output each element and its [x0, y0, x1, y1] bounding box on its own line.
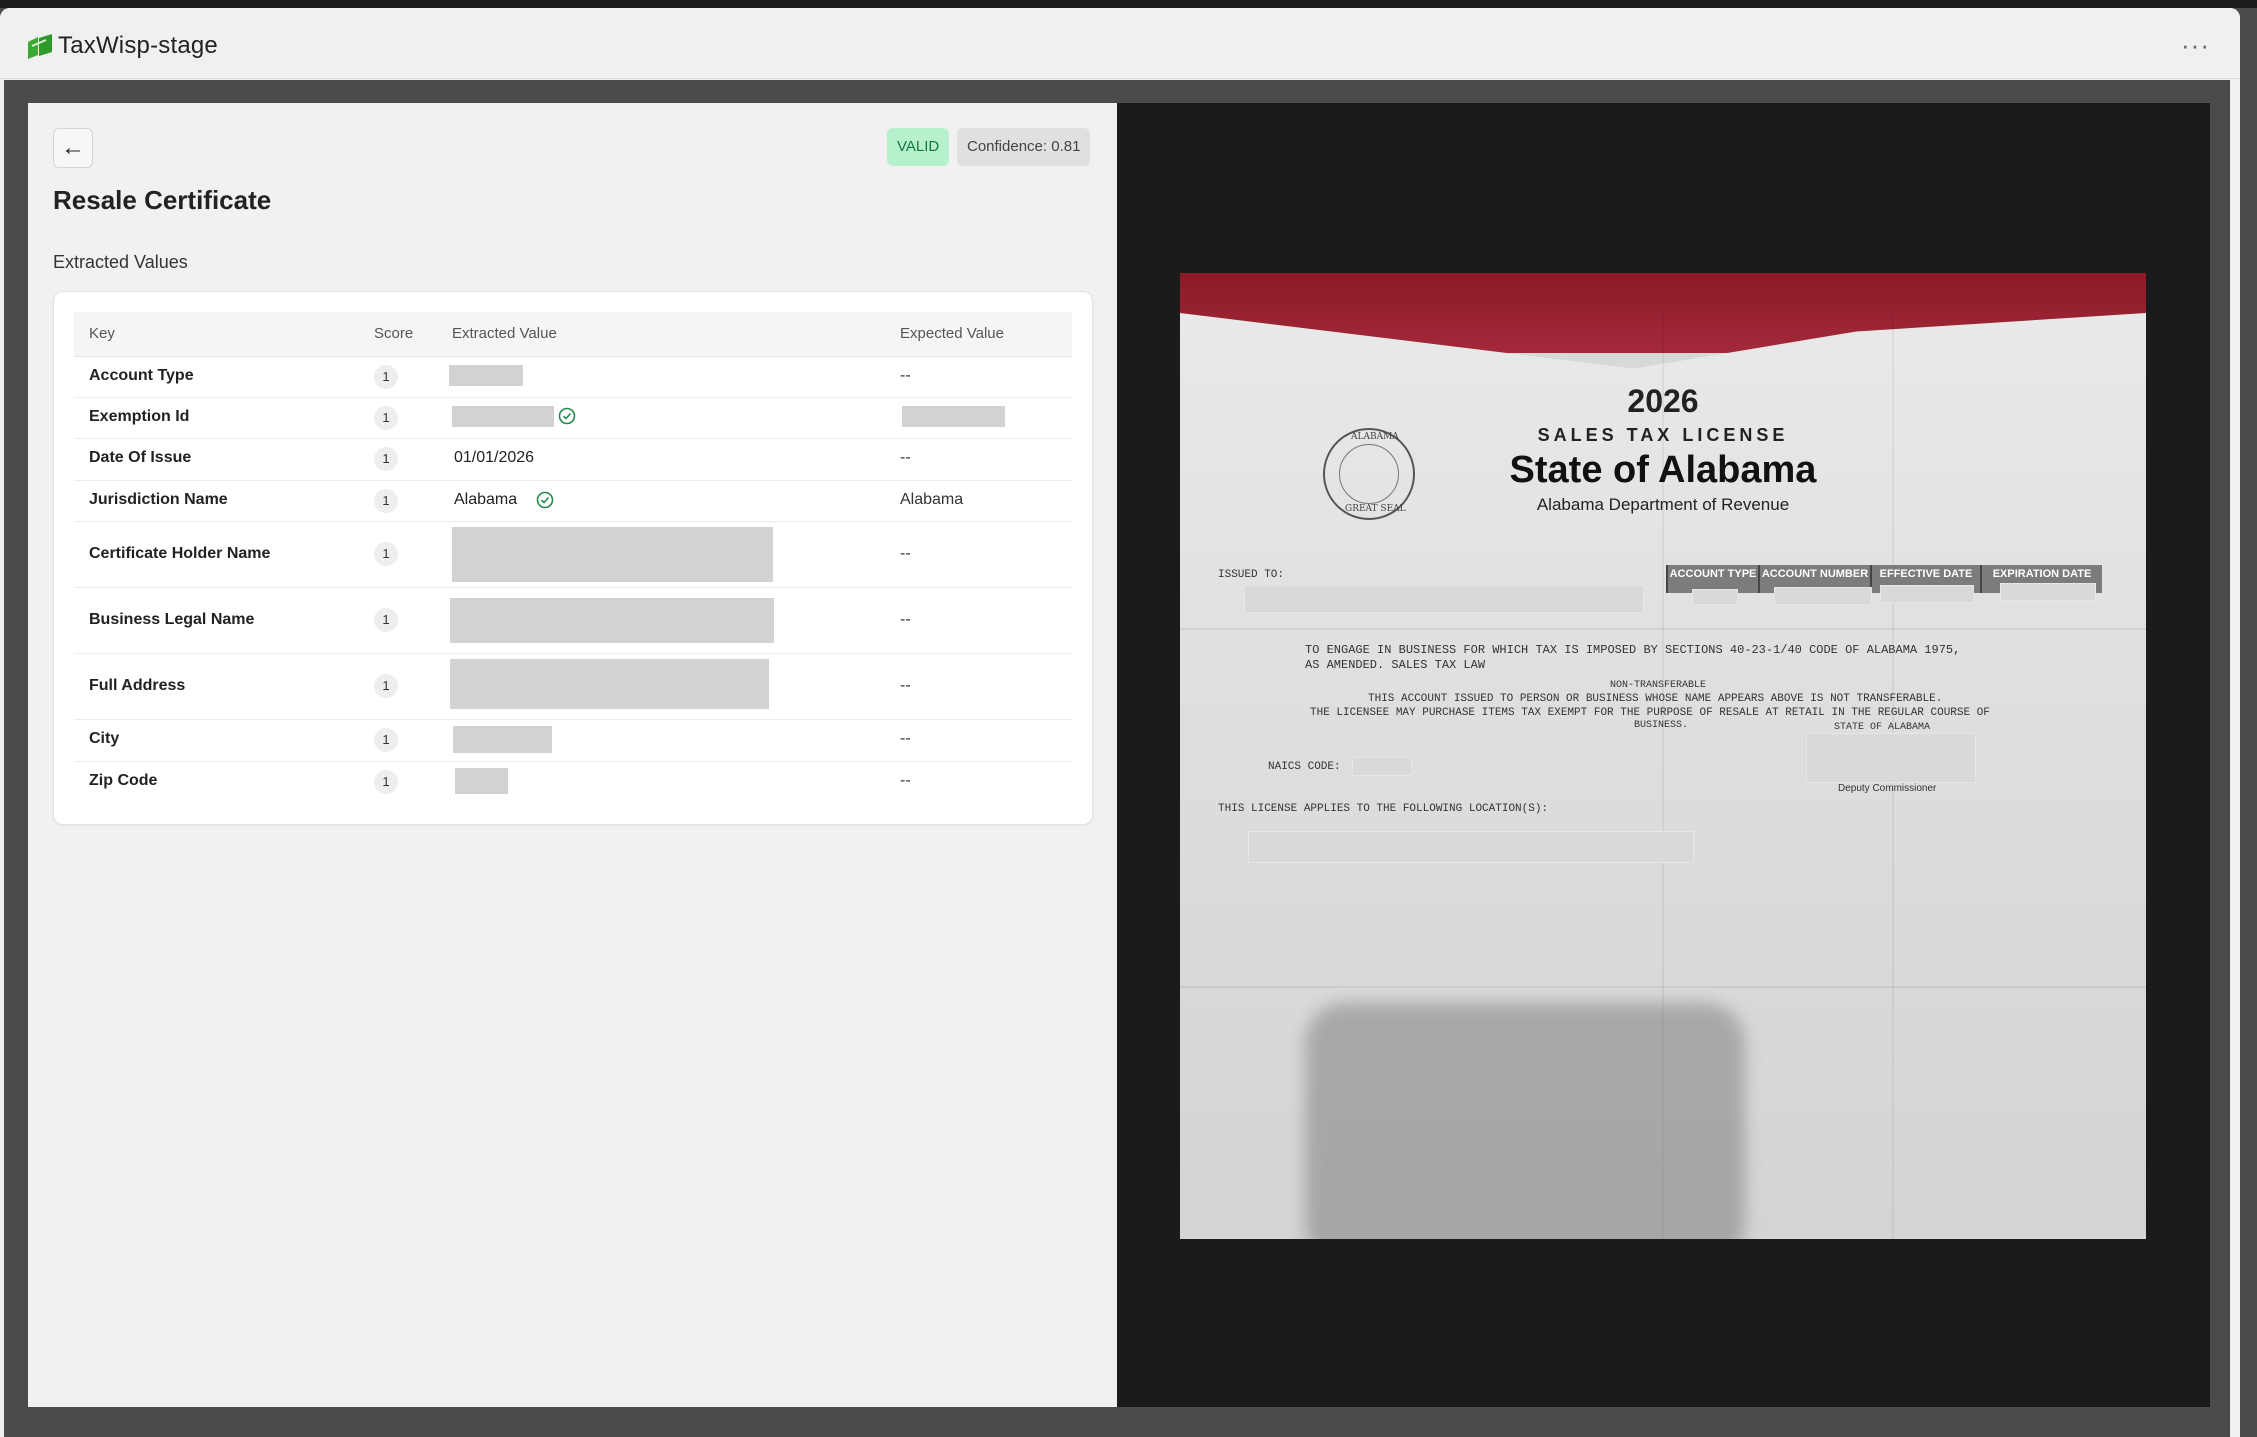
row-key: Zip Code [89, 772, 158, 789]
table-row[interactable]: Certificate Holder Name 1 -- [74, 521, 1072, 588]
score-badge: 1 [374, 406, 398, 430]
app-logo-icon [28, 34, 52, 59]
redacted-account-type [1692, 589, 1738, 605]
back-button[interactable]: ← [53, 128, 93, 168]
row-key: Certificate Holder Name [89, 545, 271, 562]
redacted-signature [1806, 733, 1976, 783]
row-key: Exemption Id [89, 408, 190, 425]
redacted-value [453, 726, 552, 753]
app-window: TaxWisp-stage ··· ← VALID Confidence: 0.… [0, 8, 2240, 1437]
table-row[interactable]: Date Of Issue 1 01/01/2026 -- [74, 438, 1072, 481]
table-row[interactable]: Jurisdiction Name 1 Alabama Alabama [74, 480, 1072, 522]
column-header-expected: Expected Value [900, 325, 1004, 342]
column-header-extracted: Extracted Value [452, 325, 557, 342]
extracted-value: 01/01/2026 [454, 449, 535, 466]
row-key: Account Type [89, 367, 194, 384]
redacted-account-number [1774, 587, 1872, 605]
expected-value: -- [900, 545, 911, 562]
score-badge: 1 [374, 489, 398, 513]
expected-value: Alabama [900, 491, 964, 508]
table-row[interactable]: Account Type 1 -- [74, 356, 1072, 398]
screen-top-edge [0, 0, 2257, 8]
redacted-expected-value [902, 406, 1005, 427]
non-transferable-label: NON-TRANSFERABLE [1610, 680, 1707, 691]
extracted-values-card: Key Score Extracted Value Expected Value… [53, 291, 1093, 825]
redacted-value [455, 768, 508, 794]
page-title: Resale Certificate [53, 185, 272, 215]
arrow-left-icon: ← [61, 134, 85, 161]
score-badge: 1 [374, 542, 398, 566]
redacted-expiration-date [2000, 583, 2096, 601]
redacted-effective-date [1880, 585, 1974, 603]
redacted-value [449, 365, 523, 386]
photo-shadow [1305, 1003, 1745, 1239]
app-title: TaxWisp-stage [58, 32, 218, 59]
row-key: City [89, 730, 120, 747]
expected-value: -- [900, 772, 911, 789]
score-badge: 1 [374, 447, 398, 471]
table-row[interactable]: Full Address 1 -- [74, 653, 1072, 720]
score-badge: 1 [374, 728, 398, 752]
check-circle-icon [536, 491, 554, 509]
title-bar: TaxWisp-stage ··· [0, 8, 2240, 79]
expected-value: -- [900, 367, 911, 384]
score-badge: 1 [374, 770, 398, 794]
seal-top-text: ALABAMA [1351, 432, 1399, 442]
expected-value: -- [900, 449, 911, 466]
table-row[interactable]: Exemption Id 1 [74, 397, 1072, 439]
confidence-badge: Confidence: 0.81 [957, 128, 1091, 166]
license-year: 2026 [1627, 383, 1699, 419]
section-label: Extracted Values [53, 252, 188, 272]
more-options-icon[interactable]: ··· [2181, 30, 2210, 61]
account-text: THIS ACCOUNT ISSUED TO PERSON OR BUSINES… [1368, 693, 1943, 705]
score-badge: 1 [374, 365, 398, 389]
engage-text-2: AS AMENDED. SALES TAX LAW [1305, 658, 1486, 672]
table-row[interactable]: City 1 -- [74, 719, 1072, 762]
expected-value: -- [900, 730, 911, 747]
applies-label: THIS LICENSE APPLIES TO THE FOLLOWING LO… [1218, 803, 1549, 815]
row-key: Jurisdiction Name [89, 491, 228, 508]
column-header-score: Score [374, 325, 414, 342]
status-badge: VALID [887, 128, 950, 166]
redacted-value [450, 598, 774, 643]
redacted-value [452, 527, 773, 582]
redacted-location [1248, 831, 1694, 863]
table-row[interactable]: Business Legal Name 1 -- [74, 587, 1072, 654]
score-badge: 1 [374, 674, 398, 698]
redacted-value [450, 659, 769, 709]
document-image[interactable]: 2026 SALES TAX LICENSE State of Alabama … [1180, 273, 2146, 1239]
state-seal: ALABAMA GREAT SEAL [1323, 428, 1415, 520]
row-key: Full Address [89, 677, 186, 694]
table-header: Key Score Extracted Value Expected Value [74, 312, 1072, 357]
expected-value: -- [900, 611, 911, 628]
issued-to-label: ISSUED TO: [1218, 569, 1285, 581]
state-of-alabama-label: STATE OF ALABAMA [1834, 722, 1931, 733]
naics-label: NAICS CODE: [1268, 761, 1341, 773]
licensee-text-2: BUSINESS. [1634, 720, 1689, 731]
license-department: Alabama Department of Revenue [1536, 495, 1790, 514]
seal-bottom-text: GREAT SEAL [1345, 504, 1406, 514]
redacted-naics [1352, 757, 1412, 776]
redacted-issued-to [1244, 585, 1644, 613]
expected-value: -- [900, 677, 911, 694]
score-badge: 1 [374, 608, 398, 632]
details-panel: ← VALID Confidence: 0.81 Resale Certific… [28, 103, 1117, 1407]
row-key: Date Of Issue [89, 449, 192, 466]
document-viewer[interactable]: 2026 SALES TAX LICENSE State of Alabama … [1117, 103, 2210, 1407]
table-row[interactable]: Zip Code 1 -- [74, 761, 1072, 802]
seal-inner-ring [1339, 444, 1399, 504]
license-subtitle: SALES TAX LICENSE [1537, 425, 1789, 445]
check-circle-icon [558, 407, 576, 425]
extracted-value: Alabama [454, 491, 518, 508]
row-key: Business Legal Name [89, 611, 255, 628]
column-header-key: Key [89, 325, 115, 342]
licensee-text: THE LICENSEE MAY PURCHASE ITEMS TAX EXEM… [1310, 707, 1990, 719]
deputy-label: Deputy Commissioner [1838, 783, 1937, 794]
redacted-value [452, 406, 554, 427]
engage-text: TO ENGAGE IN BUSINESS FOR WHICH TAX IS I… [1305, 643, 1961, 657]
main-content: ← VALID Confidence: 0.81 Resale Certific… [4, 80, 2230, 1437]
